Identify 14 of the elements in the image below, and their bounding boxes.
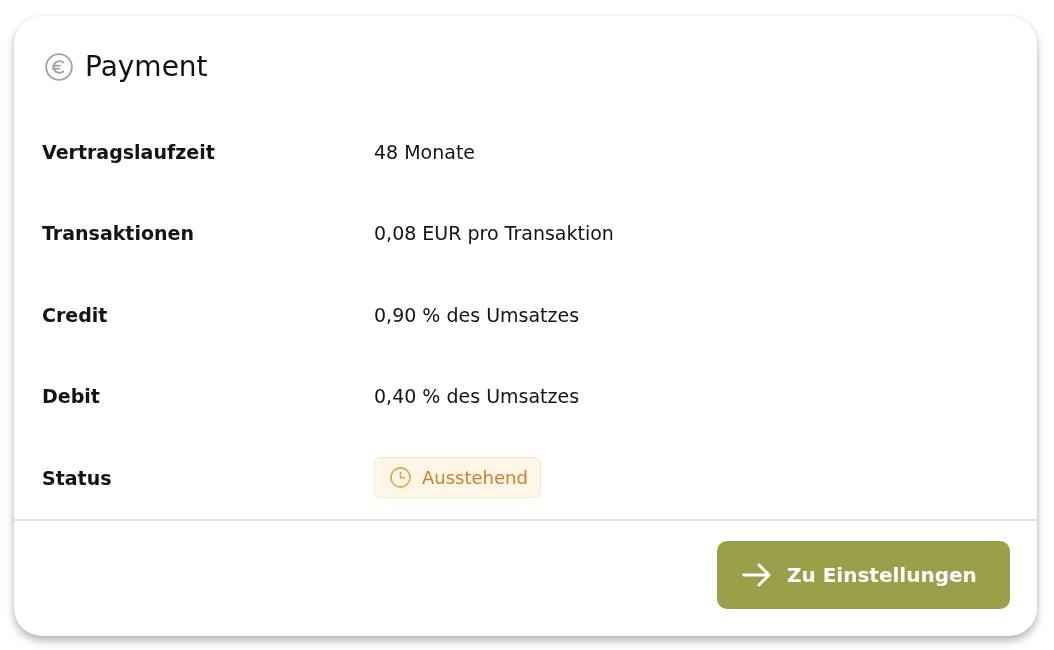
clock-icon — [389, 466, 412, 490]
detail-label: Credit — [42, 303, 108, 326]
detail-label: Status — [42, 466, 112, 489]
detail-value: 0,40 % des Umsatzes — [374, 385, 580, 408]
detail-label: Transaktionen — [42, 222, 194, 245]
detail-value: 0,08 EUR pro Transaktion — [374, 222, 614, 245]
settings-button[interactable]: Zu Einstellungen — [717, 540, 1010, 609]
status-badge: Ausstehend — [374, 457, 541, 499]
euro-icon — [45, 53, 73, 81]
detail-value: 48 Monate — [374, 140, 476, 163]
detail-label: Debit — [42, 385, 100, 408]
detail-value: 0,90 % des Umsatzes — [374, 303, 580, 326]
card-title: Payment — [85, 52, 208, 82]
detail-label: Vertragslaufzeit — [42, 140, 215, 163]
